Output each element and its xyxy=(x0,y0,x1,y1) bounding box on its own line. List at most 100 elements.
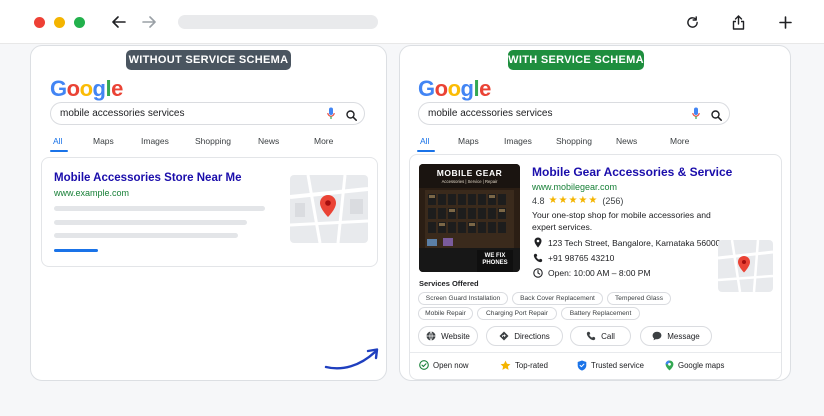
without-schema-tag: WITHOUT SERVICE SCHEMA xyxy=(126,50,291,70)
feature-trusted-service: Trusted service xyxy=(577,360,644,371)
placeholder-line xyxy=(54,220,247,225)
tab-images[interactable]: Images xyxy=(504,136,532,146)
feature-top-rated: Top-rated xyxy=(500,360,548,371)
star-rating-icon: ★★★★★ xyxy=(548,195,599,206)
tab-more[interactable]: More xyxy=(314,136,333,146)
placeholder-line xyxy=(54,233,238,238)
business-title[interactable]: Mobile Gear Accessories & Service xyxy=(532,165,732,179)
tab-maps[interactable]: Maps xyxy=(458,136,479,146)
placeholder-link-line xyxy=(54,249,98,252)
result-title[interactable]: Mobile Accessories Store Near Me xyxy=(54,172,241,184)
message-icon xyxy=(652,331,662,341)
business-hours: Open: 10:00 AM – 8:00 PM xyxy=(548,267,651,278)
feature-open-now: Open now xyxy=(419,360,469,370)
service-chip[interactable]: Battery Replacement xyxy=(561,307,640,320)
business-profile-card: MOBILE GEAR Accessories | Service | Repa… xyxy=(409,154,782,380)
service-chip[interactable]: Charging Port Repair xyxy=(477,307,557,320)
directions-icon xyxy=(499,331,509,341)
maximize-window-button[interactable] xyxy=(74,17,85,28)
service-chip[interactable]: Mobile Repair xyxy=(418,307,473,320)
business-phone: +91 98765 43210 xyxy=(548,252,615,263)
tab-more[interactable]: More xyxy=(670,136,689,146)
search-result-card[interactable]: Mobile Accessories Store Near Me www.exa… xyxy=(41,157,378,267)
address-row[interactable]: 123 Tech Street, Bangalore, Karnataka 56… xyxy=(532,237,725,248)
counter-sign: WE FIX PHONES xyxy=(482,253,508,266)
tab-shopping[interactable]: Shopping xyxy=(556,136,592,146)
store-sign: MOBILE GEAR xyxy=(436,168,503,178)
tab-shopping[interactable]: Shopping xyxy=(195,136,231,146)
tab-news[interactable]: News xyxy=(616,136,637,146)
without-schema-panel: WITHOUT SERVICE SCHEMA Google mobile acc… xyxy=(30,45,387,381)
plus-icon[interactable] xyxy=(774,11,796,33)
with-schema-tag: WITH SERVICE SCHEMA xyxy=(508,50,644,70)
active-tab-indicator xyxy=(417,150,435,152)
feature-label: Open now xyxy=(433,360,469,370)
search-input[interactable]: mobile accessories services xyxy=(418,102,730,125)
curved-arrow-icon xyxy=(324,348,379,370)
message-button[interactable]: Message xyxy=(640,326,712,346)
service-chip[interactable]: Tempered Glass xyxy=(607,292,671,305)
map-thumbnail[interactable] xyxy=(718,240,773,292)
hours-row[interactable]: Open: 10:00 AM – 8:00 PM xyxy=(532,267,651,278)
message-label: Message xyxy=(667,331,700,341)
feature-google-maps: Google maps xyxy=(665,360,724,371)
check-circle-icon xyxy=(419,360,429,370)
tab-images[interactable]: Images xyxy=(141,136,169,146)
back-arrow-icon[interactable] xyxy=(108,11,130,33)
search-query: mobile accessories services xyxy=(60,108,185,119)
reload-icon[interactable] xyxy=(681,11,703,33)
feature-label: Google maps xyxy=(678,361,725,370)
tab-maps[interactable]: Maps xyxy=(93,136,114,146)
service-chip[interactable]: Back Cover Replacement xyxy=(512,292,603,305)
mic-icon[interactable] xyxy=(692,107,700,125)
map-thumbnail[interactable] xyxy=(290,175,368,243)
search-input[interactable]: mobile accessories services xyxy=(50,102,365,125)
star-icon xyxy=(500,360,511,370)
globe-icon xyxy=(426,331,436,341)
clock-icon xyxy=(532,267,543,278)
call-label: Call xyxy=(601,331,615,341)
call-button[interactable]: Call xyxy=(570,326,631,346)
mic-icon[interactable] xyxy=(327,107,335,125)
minimize-window-button[interactable] xyxy=(54,17,65,28)
tab-news[interactable]: News xyxy=(258,136,279,146)
feature-divider xyxy=(410,352,781,353)
address-bar[interactable] xyxy=(178,15,378,29)
store-subsign: Accessories | Service | Repair xyxy=(441,179,498,184)
forward-arrow-icon[interactable] xyxy=(138,11,160,33)
tab-all[interactable]: All xyxy=(53,136,62,146)
directions-button[interactable]: Directions xyxy=(486,326,563,346)
shield-check-icon xyxy=(577,360,587,371)
rating-row: 4.8 ★★★★★ (256) xyxy=(532,195,623,206)
tab-all[interactable]: All xyxy=(420,136,429,146)
google-logo: Google xyxy=(418,76,491,101)
rating-value: 4.8 xyxy=(532,195,545,206)
website-label: Website xyxy=(441,331,470,341)
google-logo: Google xyxy=(50,76,123,101)
review-count[interactable]: (256) xyxy=(602,196,623,206)
phone-icon xyxy=(532,252,543,263)
search-query: mobile accessories services xyxy=(428,108,553,119)
directions-label: Directions xyxy=(514,331,550,341)
business-description: Your one-stop shop for mobile accessorie… xyxy=(532,210,711,232)
website-button[interactable]: Website xyxy=(418,326,478,346)
browser-toolbar xyxy=(0,0,824,44)
share-icon[interactable] xyxy=(727,11,749,33)
search-icon[interactable] xyxy=(346,108,357,126)
result-url[interactable]: www.example.com xyxy=(54,188,129,198)
business-address: 123 Tech Street, Bangalore, Karnataka 56… xyxy=(548,237,726,248)
feature-label: Top-rated xyxy=(515,361,548,370)
service-chip[interactable]: Screen Guard Installation xyxy=(418,292,508,305)
business-url[interactable]: www.mobilegear.com xyxy=(532,182,617,192)
close-window-button[interactable] xyxy=(34,17,45,28)
location-pin-icon xyxy=(532,237,543,248)
feature-label: Trusted service xyxy=(591,361,645,370)
with-schema-panel: WITH SERVICE SCHEMA Google mobile access… xyxy=(399,45,791,381)
phone-row[interactable]: +91 98765 43210 xyxy=(532,252,614,263)
phone-icon xyxy=(586,331,596,341)
placeholder-line xyxy=(54,206,265,211)
maps-pin-icon xyxy=(665,360,674,371)
search-icon[interactable] xyxy=(711,108,722,126)
store-photo[interactable]: MOBILE GEAR Accessories | Service | Repa… xyxy=(419,164,520,272)
active-tab-indicator xyxy=(50,150,68,152)
